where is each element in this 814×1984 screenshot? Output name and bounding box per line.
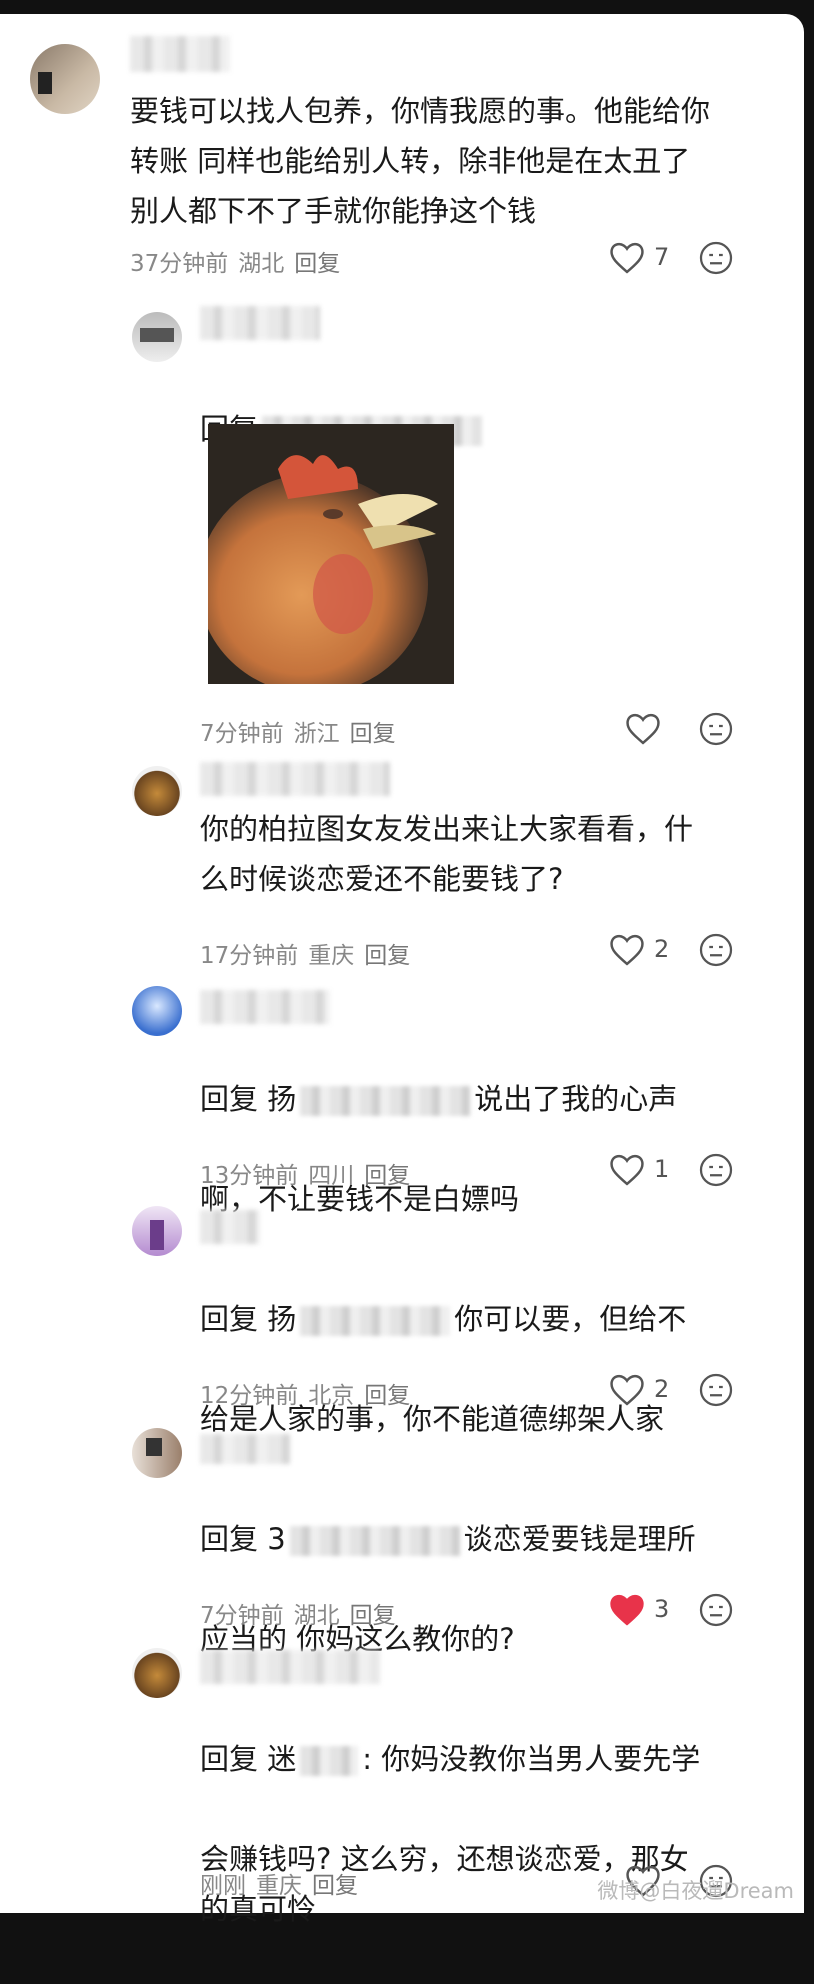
comment-text: 要钱可以找人包养，你情我愿的事。他能给你 转账 同样也能给别人转，除非他是在太丑…	[130, 94, 711, 228]
comment-meta: 刚刚 重庆 回复	[200, 1866, 368, 1900]
like-button[interactable]: 1	[608, 1151, 688, 1191]
meh-face-icon	[699, 1373, 733, 1407]
like-count: 2	[654, 935, 670, 963]
location: 湖北	[238, 251, 285, 277]
like-count: 3	[654, 1595, 670, 1623]
rooster-image	[208, 424, 454, 684]
reply-prefix: 回复 扬	[200, 1082, 297, 1116]
username-blurred[interactable]	[130, 36, 230, 72]
reply-prefix: 回复 扬	[200, 1302, 297, 1336]
location: 湖北	[293, 1603, 340, 1629]
username-blurred[interactable]	[200, 1434, 290, 1464]
location: 重庆	[256, 1873, 302, 1899]
username-blurred[interactable]	[200, 990, 330, 1024]
comment-line: 谈恋爱要钱是理所	[463, 1522, 696, 1556]
avatar[interactable]	[132, 986, 182, 1036]
timestamp: 7分钟前	[200, 1603, 284, 1629]
dislike-button[interactable]	[698, 1152, 736, 1190]
timestamp: 7分钟前	[200, 721, 284, 747]
comment-image[interactable]	[208, 424, 454, 684]
username-blurred[interactable]	[200, 1650, 380, 1684]
like-button[interactable]: 2	[608, 931, 688, 971]
meh-face-icon	[699, 241, 733, 275]
heart-icon	[626, 713, 660, 745]
heart-filled-icon	[610, 1594, 644, 1626]
timestamp: 刚刚	[200, 1873, 246, 1899]
username-blurred[interactable]	[200, 1210, 260, 1244]
avatar[interactable]	[132, 1648, 182, 1698]
comment-meta: 12分钟前 北京 回复	[200, 1376, 420, 1410]
reply-button[interactable]: 回复	[312, 1873, 358, 1899]
username-blurred[interactable]	[200, 762, 390, 796]
avatar[interactable]	[132, 312, 182, 362]
location: 北京	[308, 1383, 355, 1409]
avatar[interactable]	[30, 44, 100, 114]
reply-target-blurred	[289, 1526, 460, 1556]
like-button[interactable]	[624, 710, 704, 750]
reply-target-blurred	[300, 1306, 451, 1336]
reply-prefix: 回复 迷	[200, 1742, 297, 1776]
location: 重庆	[308, 943, 355, 969]
timestamp: 17分钟前	[200, 943, 299, 969]
reply-button[interactable]: 回复	[350, 1603, 396, 1629]
comment-meta: 17分钟前 重庆 回复	[200, 936, 420, 970]
heart-icon	[610, 1374, 644, 1406]
avatar[interactable]	[132, 766, 182, 816]
like-button-liked[interactable]: 3	[608, 1591, 688, 1631]
dislike-button[interactable]	[698, 1372, 736, 1410]
comment-meta: 13分钟前 四川 回复	[200, 1156, 420, 1190]
avatar[interactable]	[132, 1206, 182, 1256]
location: 四川	[308, 1163, 355, 1189]
reply-button[interactable]: 回复	[364, 1383, 410, 1409]
dislike-button[interactable]	[698, 1592, 736, 1630]
comment-meta: 37分钟前 湖北 回复	[130, 244, 350, 278]
avatar[interactable]	[132, 1428, 182, 1478]
like-count: 7	[654, 243, 670, 271]
heart-icon	[610, 934, 644, 966]
like-count: 1	[654, 1155, 670, 1183]
dislike-button[interactable]	[698, 932, 736, 970]
comment-text: 你的柏拉图女友发出来让大家看看，什 么时候谈恋爱还不能要钱了?	[200, 812, 694, 896]
timestamp: 13分钟前	[200, 1163, 299, 1189]
meh-face-icon	[699, 1153, 733, 1187]
reply-button[interactable]: 回复	[364, 943, 410, 969]
comment-text: 回复 迷: 你妈没教你当男人要先学 会赚钱吗? 这么穷，还想谈恋爱，那女 的真可…	[200, 1684, 760, 1984]
comment-text: 回复 扬说出了我的心声 啊，不让要钱不是白嫖吗	[200, 1024, 760, 1274]
comment-line: : 你妈没教你当男人要先学	[362, 1742, 701, 1776]
timestamp: 37分钟前	[130, 251, 229, 277]
like-button[interactable]: 2	[608, 1371, 688, 1411]
comment-meta: 7分钟前 浙江 回复	[200, 714, 406, 748]
meh-face-icon	[699, 712, 733, 746]
meh-face-icon	[699, 933, 733, 967]
like-count: 2	[654, 1375, 670, 1403]
dislike-button[interactable]	[698, 240, 736, 278]
heart-icon	[610, 242, 644, 274]
location: 浙江	[293, 721, 340, 747]
reply-target-blurred	[300, 1086, 471, 1116]
reply-button[interactable]: 回复	[364, 1163, 410, 1189]
timestamp: 12分钟前	[200, 1383, 299, 1409]
watermark: 微博@白夜遛Dream	[597, 1879, 794, 1903]
comment-meta: 7分钟前 湖北 回复	[200, 1596, 406, 1630]
comment-line: 说出了我的心声	[474, 1082, 678, 1116]
meh-face-icon	[699, 1593, 733, 1627]
reply-button[interactable]: 回复	[350, 721, 396, 747]
like-button[interactable]: 7	[608, 239, 688, 279]
dislike-button[interactable]	[698, 711, 736, 749]
comment-line: 你可以要，但给不	[454, 1302, 687, 1336]
reply-prefix: 回复 3	[200, 1522, 286, 1556]
heart-icon	[610, 1154, 644, 1186]
username-blurred[interactable]	[200, 306, 320, 340]
comment-thread: 要钱可以找人包养，你情我愿的事。他能给你 转账 同样也能给别人转，除非他是在太丑…	[0, 14, 804, 1926]
reply-button[interactable]: 回复	[294, 251, 340, 277]
reply-target-blurred	[300, 1746, 359, 1776]
